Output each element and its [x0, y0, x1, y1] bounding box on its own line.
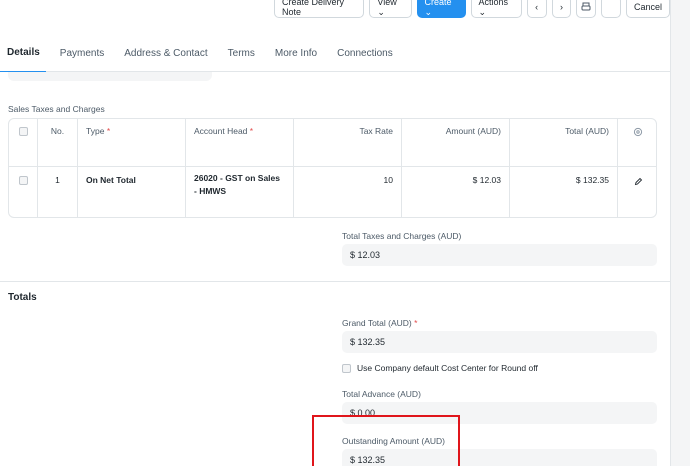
column-header-total: Total (AUD): [510, 119, 618, 166]
previous-field-box[interactable]: [8, 72, 212, 81]
form-tabs: Details Payments Address & Contact Terms…: [0, 34, 670, 72]
column-header-no: No.: [38, 119, 78, 166]
row-select-cell: [9, 167, 38, 217]
select-all-checkbox[interactable]: [18, 127, 28, 136]
printer-icon: [581, 2, 591, 11]
grand-total-label-text: Grand Total (AUD): [342, 318, 412, 328]
required-indicator: *: [106, 126, 111, 136]
next-record-button[interactable]: ›: [551, 0, 572, 18]
tab-payments[interactable]: Payments: [54, 34, 110, 72]
total-taxes-field[interactable]: $ 12.03: [342, 244, 657, 266]
table-header-row: No. Type * Account Head * Tax Rate Amoun…: [9, 119, 656, 167]
required-indicator: *: [414, 318, 418, 328]
column-header-account-head-label: Account Head: [194, 126, 248, 136]
column-header-type: Type *: [78, 119, 186, 166]
edit-icon[interactable]: [634, 177, 643, 186]
cancel-button[interactable]: Cancel: [626, 0, 671, 18]
table-row[interactable]: 1 On Net Total 26020 - GST on Sales - HM…: [9, 167, 656, 217]
taxes-table: No. Type * Account Head * Tax Rate Amoun…: [8, 118, 657, 218]
total-advance-field[interactable]: $ 0.00: [342, 402, 657, 424]
create-delivery-note-button[interactable]: Create Delivery Note: [274, 0, 365, 18]
totals-section-title: Totals: [8, 292, 37, 303]
outstanding-amount-label: Outstanding Amount (AUD): [342, 436, 445, 446]
column-header-amount: Amount (AUD): [402, 119, 510, 166]
actions-dropdown-button[interactable]: Actions ⌄: [470, 0, 522, 18]
form-page: Create Delivery Note View ⌄ Create ⌄ Act…: [0, 0, 671, 466]
page-scrollbar[interactable]: [670, 0, 690, 466]
row-total-cell[interactable]: $ 132.35: [510, 167, 618, 217]
row-checkbox[interactable]: [18, 176, 28, 185]
print-button[interactable]: [576, 0, 597, 18]
column-header-account-head: Account Head *: [186, 119, 294, 166]
form-toolbar: Create Delivery Note View ⌄ Create ⌄ Act…: [274, 0, 671, 22]
row-tax-rate-cell[interactable]: 10: [294, 167, 402, 217]
view-dropdown-button[interactable]: View ⌄: [369, 0, 412, 18]
previous-record-button[interactable]: ‹: [526, 0, 547, 18]
tab-details[interactable]: Details: [0, 34, 46, 72]
gear-icon[interactable]: [633, 127, 643, 137]
tab-terms[interactable]: Terms: [222, 34, 261, 72]
row-type-cell[interactable]: On Net Total: [78, 167, 186, 217]
create-dropdown-button[interactable]: Create ⌄: [416, 0, 466, 18]
column-header-tax-rate: Tax Rate: [294, 119, 402, 166]
tab-address-contact[interactable]: Address & Contact: [118, 34, 213, 72]
column-header-type-label: Type: [86, 126, 105, 136]
row-no-cell: 1: [38, 167, 78, 217]
row-account-head-cell[interactable]: 26020 - GST on Sales - HMWS: [186, 167, 294, 217]
row-amount-cell[interactable]: $ 12.03: [402, 167, 510, 217]
round-off-label: Use Company default Cost Center for Roun…: [357, 363, 538, 373]
tab-connections[interactable]: Connections: [331, 34, 399, 72]
required-indicator: *: [249, 126, 254, 136]
column-settings-cell: [618, 119, 656, 166]
select-all-cell: [9, 119, 38, 166]
tab-more-info[interactable]: More Info: [269, 34, 323, 72]
more-button[interactable]: [601, 0, 622, 18]
row-edit-cell: [618, 167, 656, 217]
taxes-table-label: Sales Taxes and Charges: [8, 104, 105, 114]
grand-total-field[interactable]: $ 132.35: [342, 331, 657, 353]
round-off-checkbox[interactable]: [342, 363, 351, 373]
grand-total-label: Grand Total (AUD) *: [342, 318, 417, 328]
round-off-checkbox-row: Use Company default Cost Center for Roun…: [342, 363, 538, 373]
outstanding-amount-field[interactable]: $ 132.35: [342, 449, 657, 466]
total-taxes-label: Total Taxes and Charges (AUD): [342, 231, 462, 241]
section-divider: [0, 281, 670, 282]
total-advance-label: Total Advance (AUD): [342, 389, 421, 399]
